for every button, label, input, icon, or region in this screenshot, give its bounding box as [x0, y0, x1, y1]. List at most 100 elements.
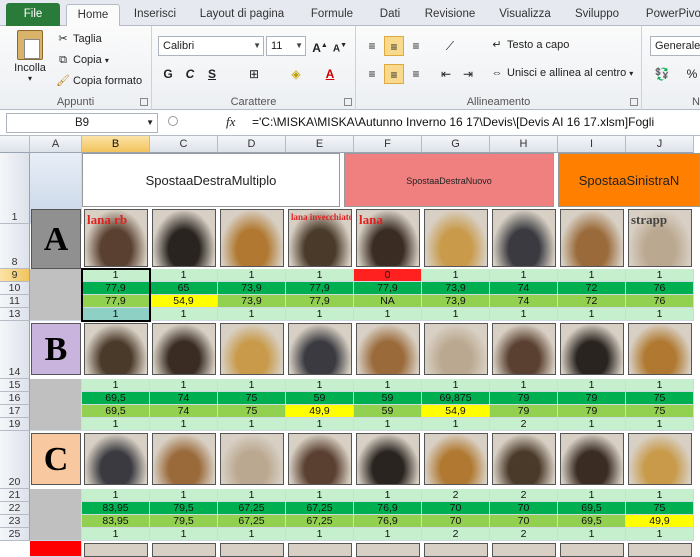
data-cell[interactable]: 1 [286, 269, 354, 282]
data-cell[interactable]: 1 [82, 379, 150, 392]
data-cell[interactable]: 1 [150, 489, 218, 502]
bold-button[interactable]: G [158, 64, 178, 84]
data-cell[interactable]: 1 [218, 379, 286, 392]
data-cell[interactable]: 67,25 [286, 502, 354, 515]
tab-insert[interactable]: Inserisci [126, 4, 184, 26]
data-cell[interactable]: 1 [558, 308, 626, 321]
data-cell[interactable]: 49,9 [626, 515, 694, 528]
data-cell[interactable]: 69,5 [82, 405, 150, 418]
column-header-h[interactable]: H [490, 136, 558, 153]
data-cell[interactable]: 2 [490, 418, 558, 431]
formula-input[interactable]: ='C:\MISKA\MISKA\Autunno Inverno 16 17\D… [252, 115, 654, 129]
dialog-launcher-icon[interactable] [140, 98, 148, 106]
data-cell[interactable]: 75 [626, 392, 694, 405]
decrease-indent-icon[interactable]: ⇤ [436, 64, 456, 84]
data-cell[interactable]: 2 [490, 489, 558, 502]
data-cell[interactable]: 1 [558, 379, 626, 392]
align-middle-icon[interactable]: ≡ [384, 36, 404, 56]
data-cell[interactable]: 1 [286, 308, 354, 321]
data-cell[interactable]: 75 [218, 392, 286, 405]
row-header-25[interactable]: 25 [0, 528, 30, 541]
data-cell[interactable]: 69,875 [422, 392, 490, 405]
data-cell[interactable]: NA [354, 295, 422, 308]
row-header-8[interactable]: 8 [0, 224, 30, 269]
data-cell[interactable]: 1 [218, 528, 286, 541]
data-cell[interactable]: 73,9 [218, 282, 286, 295]
data-cell[interactable]: 1 [82, 489, 150, 502]
data-cell[interactable]: 59 [354, 392, 422, 405]
tab-review[interactable]: Revisione [418, 4, 482, 26]
data-cell[interactable]: 76,9 [354, 515, 422, 528]
data-cell[interactable]: 70 [490, 502, 558, 515]
data-cell[interactable]: 75 [218, 405, 286, 418]
align-left-icon[interactable]: ≡ [362, 64, 382, 84]
currency-icon[interactable]: 💱 [652, 64, 672, 84]
data-cell[interactable]: 77,9 [82, 295, 150, 308]
data-cell[interactable]: 76,9 [354, 502, 422, 515]
data-cell[interactable]: 69,5 [558, 502, 626, 515]
column-header-d[interactable]: D [218, 136, 286, 153]
column-header-f[interactable]: F [354, 136, 422, 153]
italic-button[interactable]: C [180, 64, 200, 84]
row-header-16[interactable]: 16 [0, 392, 30, 405]
data-cell[interactable]: 1 [354, 528, 422, 541]
orientation-icon[interactable]: ⟋ [440, 36, 460, 56]
row-header-19[interactable]: 19 [0, 418, 30, 431]
align-bottom-icon[interactable]: ≡ [406, 36, 426, 56]
percent-button[interactable]: % [682, 64, 700, 84]
data-cell[interactable]: 72 [558, 282, 626, 295]
data-cell[interactable]: 1 [82, 308, 150, 321]
data-cell[interactable]: 79 [558, 405, 626, 418]
data-cell[interactable]: 2 [422, 528, 490, 541]
data-cell[interactable]: 1 [354, 308, 422, 321]
data-cell[interactable]: 75 [626, 502, 694, 515]
data-cell[interactable]: 2 [490, 528, 558, 541]
data-cell[interactable]: 67,25 [286, 515, 354, 528]
row-header-15[interactable]: 15 [0, 379, 30, 392]
data-cell[interactable]: 1 [218, 308, 286, 321]
align-top-icon[interactable]: ≡ [362, 36, 382, 56]
data-cell[interactable]: 1 [150, 269, 218, 282]
format-painter-button[interactable]: 🖌 Copia formato [56, 74, 142, 88]
data-cell[interactable]: 1 [490, 379, 558, 392]
data-cell[interactable]: 79 [490, 405, 558, 418]
data-cell[interactable]: 1 [82, 528, 150, 541]
data-cell[interactable]: 77,9 [286, 282, 354, 295]
paste-button[interactable]: Incolla ▾ [8, 30, 52, 83]
data-cell[interactable]: 1 [286, 528, 354, 541]
data-cell[interactable]: 59 [354, 405, 422, 418]
data-cell[interactable]: 1 [422, 418, 490, 431]
data-cell[interactable]: 1 [558, 269, 626, 282]
cut-button[interactable]: ✂ Taglia [56, 32, 101, 46]
select-all-corner[interactable] [0, 136, 30, 153]
row-header-21[interactable]: 21 [0, 489, 30, 502]
data-cell[interactable]: 70 [422, 502, 490, 515]
grow-font-icon[interactable]: A▲ [310, 36, 330, 56]
data-cell[interactable]: 59 [286, 392, 354, 405]
row-header-13[interactable]: 13 [0, 308, 30, 321]
data-cell[interactable]: 74 [490, 295, 558, 308]
row-header-14[interactable]: 14 [0, 321, 30, 379]
data-cell[interactable]: 74 [150, 392, 218, 405]
data-cell[interactable]: 83,95 [82, 515, 150, 528]
data-cell[interactable]: 1 [286, 379, 354, 392]
increase-indent-icon[interactable]: ⇥ [458, 64, 478, 84]
data-cell[interactable]: 79,5 [150, 515, 218, 528]
data-cell[interactable]: 65 [150, 282, 218, 295]
tab-formulas[interactable]: Formule [302, 4, 362, 26]
column-header-e[interactable]: E [286, 136, 354, 153]
data-cell[interactable]: 1 [558, 489, 626, 502]
row-header-23[interactable]: 23 [0, 515, 30, 528]
data-cell[interactable]: 79 [558, 392, 626, 405]
data-cell[interactable]: 1 [490, 308, 558, 321]
borders-icon[interactable]: ⊞ [244, 64, 264, 84]
data-cell[interactable]: 1 [150, 379, 218, 392]
insert-function-icon[interactable]: fx [226, 114, 235, 130]
data-cell[interactable]: 1 [422, 308, 490, 321]
data-cell[interactable]: 73,9 [422, 295, 490, 308]
data-cell[interactable]: 74 [490, 282, 558, 295]
data-cell[interactable]: 1 [626, 308, 694, 321]
row-header-10[interactable]: 10 [0, 282, 30, 295]
underline-button[interactable]: S [202, 64, 222, 84]
tab-powerpivot[interactable]: PowerPivot [640, 4, 700, 26]
